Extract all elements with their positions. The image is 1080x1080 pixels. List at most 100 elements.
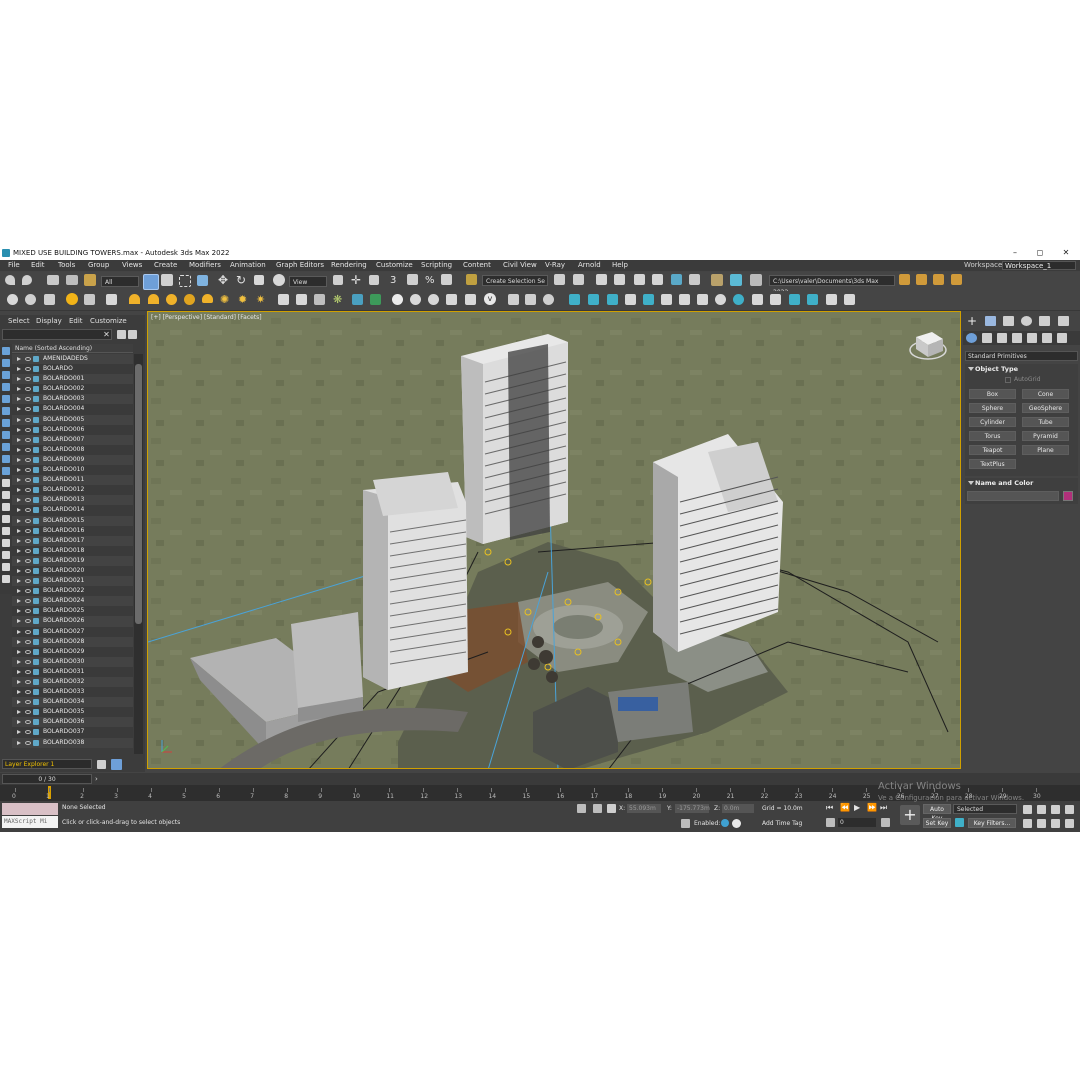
list-item[interactable]: BOLARDO005 (12, 414, 133, 425)
schematic-view-icon[interactable] (671, 274, 682, 285)
expand-arrow-icon[interactable] (17, 740, 21, 745)
display-bones-icon[interactable] (2, 455, 10, 463)
explorer-column-header[interactable]: Name (Sorted Ascending) (12, 344, 133, 353)
expand-arrow-icon[interactable] (17, 619, 21, 624)
list-item[interactable]: BOLARDO002 (12, 384, 133, 395)
list-item[interactable]: BOLARDO012 (12, 485, 133, 496)
list-item[interactable]: BOLARDO027 (12, 626, 133, 637)
menu-animation[interactable]: Animation (230, 260, 266, 271)
enabled-toggle-icon[interactable] (721, 819, 729, 827)
expand-arrow-icon[interactable] (17, 558, 21, 563)
visibility-eye-icon[interactable] (25, 609, 31, 614)
visibility-eye-icon[interactable] (25, 437, 31, 442)
arnold-log-icon[interactable] (752, 294, 763, 305)
spinner-snap-icon[interactable] (441, 274, 452, 285)
list-item[interactable]: BOLARDO014 (12, 505, 133, 516)
display-spacewarps-icon[interactable] (2, 419, 10, 427)
visibility-eye-icon[interactable] (25, 649, 31, 654)
viewport-shading-standard[interactable]: [Standard] (204, 314, 236, 321)
expand-arrow-icon[interactable] (17, 427, 21, 432)
vray-frame-buffer-icon[interactable] (44, 294, 55, 305)
box-button[interactable]: Box (969, 389, 1016, 399)
workspace-dropdown[interactable]: Workspace_1 (1002, 261, 1076, 270)
expand-arrow-icon[interactable] (17, 579, 21, 584)
list-item[interactable]: BOLARDO013 (12, 495, 133, 506)
teapot-button[interactable]: Teapot (969, 445, 1016, 455)
select-manipulate-icon[interactable]: ✛ (351, 274, 365, 288)
menu-modifiers[interactable]: Modifiers (189, 260, 221, 271)
visibility-eye-icon[interactable] (25, 488, 31, 493)
time-slider-next-icon[interactable]: › (95, 774, 103, 784)
rotate-icon[interactable]: ↻ (236, 274, 250, 288)
layer-explorer-dropdown[interactable]: Layer Explorer 1 (2, 759, 92, 769)
expand-arrow-icon[interactable] (17, 478, 21, 483)
visibility-eye-icon[interactable] (25, 447, 31, 452)
vray-proxy-icon[interactable] (278, 294, 289, 305)
vray-toolbar-icon[interactable] (508, 294, 519, 305)
list-item[interactable]: BOLARDO007 (12, 434, 133, 445)
vray-ies-icon[interactable] (84, 294, 95, 305)
list-item[interactable]: BOLARDO011 (12, 475, 133, 486)
visibility-eye-icon[interactable] (25, 680, 31, 684)
expand-arrow-icon[interactable] (17, 437, 21, 442)
unlink-icon[interactable] (66, 275, 78, 285)
arnold-render-icon[interactable] (446, 294, 457, 305)
zoom-all-icon[interactable] (1037, 805, 1046, 814)
visibility-eye-icon[interactable] (25, 457, 31, 462)
visibility-eye-icon[interactable] (25, 579, 31, 584)
auto-key-button[interactable]: Auto Key (923, 804, 951, 822)
explorer-menu-edit[interactable]: Edit (69, 315, 83, 327)
list-item[interactable]: AMENIDADEDS (12, 354, 133, 365)
align-icon[interactable] (573, 274, 584, 285)
minimize-button[interactable]: – (1004, 246, 1026, 260)
visibility-eye-icon[interactable] (25, 690, 31, 695)
menu-scripting[interactable]: Scripting (421, 260, 452, 271)
project-folder-icon[interactable] (899, 274, 910, 285)
viewport-label[interactable]: [+] [Perspective] [Standard] [Facets] (151, 314, 262, 321)
cylinder-button[interactable]: Cylinder (969, 417, 1016, 427)
maxscript-listener-output[interactable] (2, 803, 58, 815)
menu-edit[interactable]: Edit (31, 260, 45, 271)
project-settings-icon[interactable] (951, 274, 962, 285)
arnold-utility-icon[interactable] (807, 294, 818, 305)
create-tab-icon[interactable]: + (967, 315, 978, 327)
redo-icon[interactable] (22, 275, 32, 285)
textplus-button[interactable]: TextPlus (969, 459, 1016, 469)
teapot-icon[interactable] (844, 294, 855, 305)
expand-arrow-icon[interactable] (17, 720, 21, 725)
menu-vray[interactable]: V-Ray (545, 260, 565, 271)
selection-lock-icon[interactable] (593, 804, 602, 813)
arnold-tools-icon[interactable] (826, 294, 837, 305)
list-item[interactable]: BOLARDO008 (12, 444, 133, 455)
expand-arrow-icon[interactable] (17, 568, 21, 573)
set-key-plus-icon[interactable]: + (900, 805, 920, 825)
mirror-icon[interactable] (554, 274, 565, 285)
link-icon[interactable] (47, 275, 59, 285)
key-selection-dropdown[interactable]: Selected (953, 804, 1017, 814)
list-item[interactable]: BOLARDO025 (12, 606, 133, 617)
clear-search-icon[interactable]: ✕ (102, 330, 111, 339)
expand-arrow-icon[interactable] (17, 528, 21, 533)
pivot-center-icon[interactable] (333, 275, 343, 285)
visibility-eye-icon[interactable] (25, 407, 31, 412)
display-geometry-icon[interactable] (2, 359, 10, 367)
menu-graph-editors[interactable]: Graph Editors (276, 260, 324, 271)
rectangular-selection-icon[interactable] (179, 275, 191, 287)
maximize-viewport-icon[interactable] (1065, 819, 1074, 828)
visibility-eye-icon[interactable] (25, 367, 31, 372)
visibility-eye-icon[interactable] (25, 639, 31, 644)
vray-light-lister-icon[interactable]: ✷ (256, 294, 270, 308)
render-production-icon[interactable] (750, 274, 762, 286)
display-tab-icon[interactable] (1039, 316, 1050, 326)
explorer-search-input[interactable] (2, 329, 112, 340)
toggle-layer-explorer-icon[interactable] (614, 274, 625, 285)
display-all-icon[interactable] (2, 347, 10, 355)
list-item[interactable]: BOLARDO009 (12, 454, 133, 466)
expand-arrow-icon[interactable] (17, 730, 21, 735)
key-filter-icon[interactable] (955, 818, 964, 827)
project-folder-dropdown[interactable]: C:\Users\valer\Documents\3ds Max 2022 (769, 275, 895, 296)
lights-icon[interactable] (997, 333, 1007, 343)
list-item[interactable]: BOLARDO034 (12, 697, 133, 708)
list-item[interactable]: BOLARDO036 (12, 717, 133, 728)
expand-arrow-icon[interactable] (17, 599, 21, 604)
